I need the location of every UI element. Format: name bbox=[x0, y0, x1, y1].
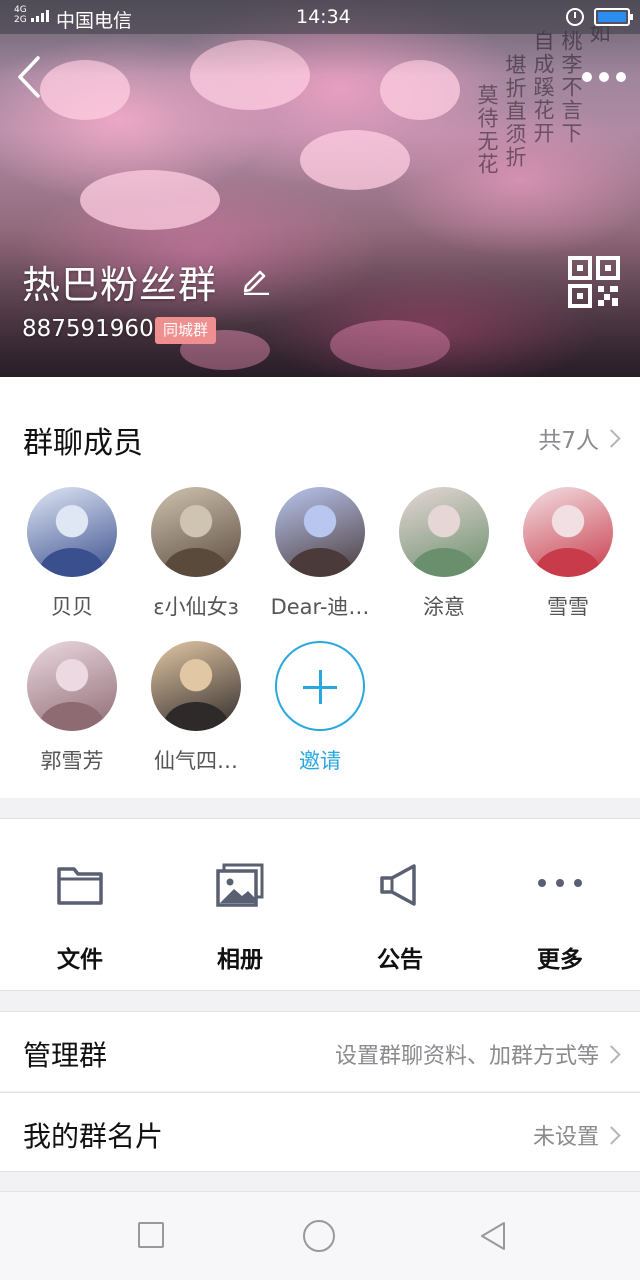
tool-more[interactable]: 更多 bbox=[480, 819, 640, 992]
member-name: 郭雪芳 bbox=[40, 749, 104, 773]
members-section: 群聊成员 共7人 贝贝 ε小仙女з Dear-迪… 涂意 雪雪 郭雪芳 仙气四…… bbox=[0, 377, 640, 798]
dot-icon bbox=[616, 72, 626, 82]
group-tools: 文件 相册 公告 更多 bbox=[0, 818, 640, 991]
avatar bbox=[275, 487, 365, 577]
qr-code-button[interactable] bbox=[568, 256, 620, 308]
tool-announcement[interactable]: 公告 bbox=[320, 819, 480, 992]
member-item[interactable]: 贝贝 bbox=[10, 487, 134, 627]
member-item[interactable]: 仙气四… bbox=[134, 641, 258, 781]
member-item[interactable]: 郭雪芳 bbox=[10, 641, 134, 781]
member-item[interactable]: ε小仙女з bbox=[134, 487, 258, 627]
member-name: 雪雪 bbox=[547, 595, 589, 619]
back-triangle-icon[interactable] bbox=[478, 1220, 508, 1252]
group-name: 热巴粉丝群 bbox=[22, 263, 218, 307]
album-icon bbox=[216, 863, 264, 907]
city-group-badge: 同城群 bbox=[155, 317, 217, 344]
manage-group-row[interactable]: 管理群 设置群聊资料、加群方式等 bbox=[0, 1011, 640, 1091]
tool-label: 公告 bbox=[377, 947, 423, 973]
member-count: 共7人 bbox=[538, 428, 599, 454]
announcement-icon bbox=[380, 864, 416, 906]
manage-group-label: 管理群 bbox=[23, 1039, 108, 1072]
member-name: Dear-迪… bbox=[270, 595, 370, 619]
home-button[interactable] bbox=[303, 1220, 335, 1252]
alarm-icon bbox=[566, 8, 584, 26]
chevron-right-icon bbox=[602, 1044, 621, 1064]
invite-label: 邀请 bbox=[299, 749, 341, 773]
plus-icon bbox=[275, 641, 365, 731]
carrier-name: 中国电信 bbox=[56, 10, 133, 32]
chevron-right-icon bbox=[602, 428, 621, 448]
tool-album[interactable]: 相册 bbox=[160, 819, 320, 992]
avatar bbox=[151, 641, 241, 731]
qr-code-icon bbox=[568, 256, 620, 308]
recents-button[interactable] bbox=[138, 1222, 164, 1248]
group-id: 887591960 bbox=[22, 316, 154, 342]
manage-group-value: 设置群聊资料、加群方式等 bbox=[334, 1044, 599, 1069]
member-name: 贝贝 bbox=[51, 595, 93, 619]
back-button[interactable] bbox=[12, 54, 48, 100]
members-title: 群聊成员 bbox=[23, 426, 143, 461]
more-options-button[interactable] bbox=[578, 64, 630, 88]
member-name: 仙气四… bbox=[154, 749, 238, 773]
avatar bbox=[27, 641, 117, 731]
avatar bbox=[523, 487, 613, 577]
clock: 14:34 bbox=[296, 6, 351, 28]
system-nav-bar bbox=[0, 1191, 640, 1280]
dot-icon bbox=[599, 72, 609, 82]
invite-button[interactable]: 邀请 bbox=[258, 641, 382, 781]
avatar bbox=[399, 487, 489, 577]
dot-icon bbox=[582, 72, 592, 82]
member-item[interactable]: 涂意 bbox=[382, 487, 506, 627]
member-name: ε小仙女з bbox=[153, 595, 239, 619]
avatar bbox=[27, 487, 117, 577]
avatar bbox=[151, 487, 241, 577]
tool-label: 更多 bbox=[537, 947, 583, 973]
edit-name-button[interactable] bbox=[241, 265, 271, 296]
tool-label: 文件 bbox=[57, 947, 103, 973]
signal-icon bbox=[31, 10, 53, 22]
chevron-right-icon bbox=[602, 1125, 621, 1145]
tool-label: 相册 bbox=[217, 947, 263, 973]
battery-icon bbox=[594, 8, 633, 26]
group-card-value: 未设置 bbox=[532, 1125, 599, 1150]
pencil-icon bbox=[243, 270, 269, 296]
chevron-left-icon bbox=[18, 56, 40, 98]
tool-files[interactable]: 文件 bbox=[0, 819, 160, 992]
my-group-card-row[interactable]: 我的群名片 未设置 bbox=[0, 1092, 640, 1172]
folder-icon bbox=[57, 867, 103, 905]
member-count-link[interactable]: 共7人 bbox=[538, 421, 621, 455]
network-type: 4G 2G bbox=[14, 5, 27, 25]
more-dots-icon bbox=[538, 879, 582, 887]
member-item[interactable]: 雪雪 bbox=[506, 487, 630, 627]
member-name: 涂意 bbox=[423, 595, 465, 619]
status-bar: 4G 2G 中国电信 14:34 bbox=[0, 0, 640, 34]
group-card-value-wrap: 未设置 bbox=[532, 1119, 621, 1151]
member-item[interactable]: Dear-迪… bbox=[258, 487, 382, 627]
group-card-label: 我的群名片 bbox=[23, 1120, 164, 1153]
manage-group-value-wrap: 设置群聊资料、加群方式等 bbox=[334, 1038, 621, 1070]
